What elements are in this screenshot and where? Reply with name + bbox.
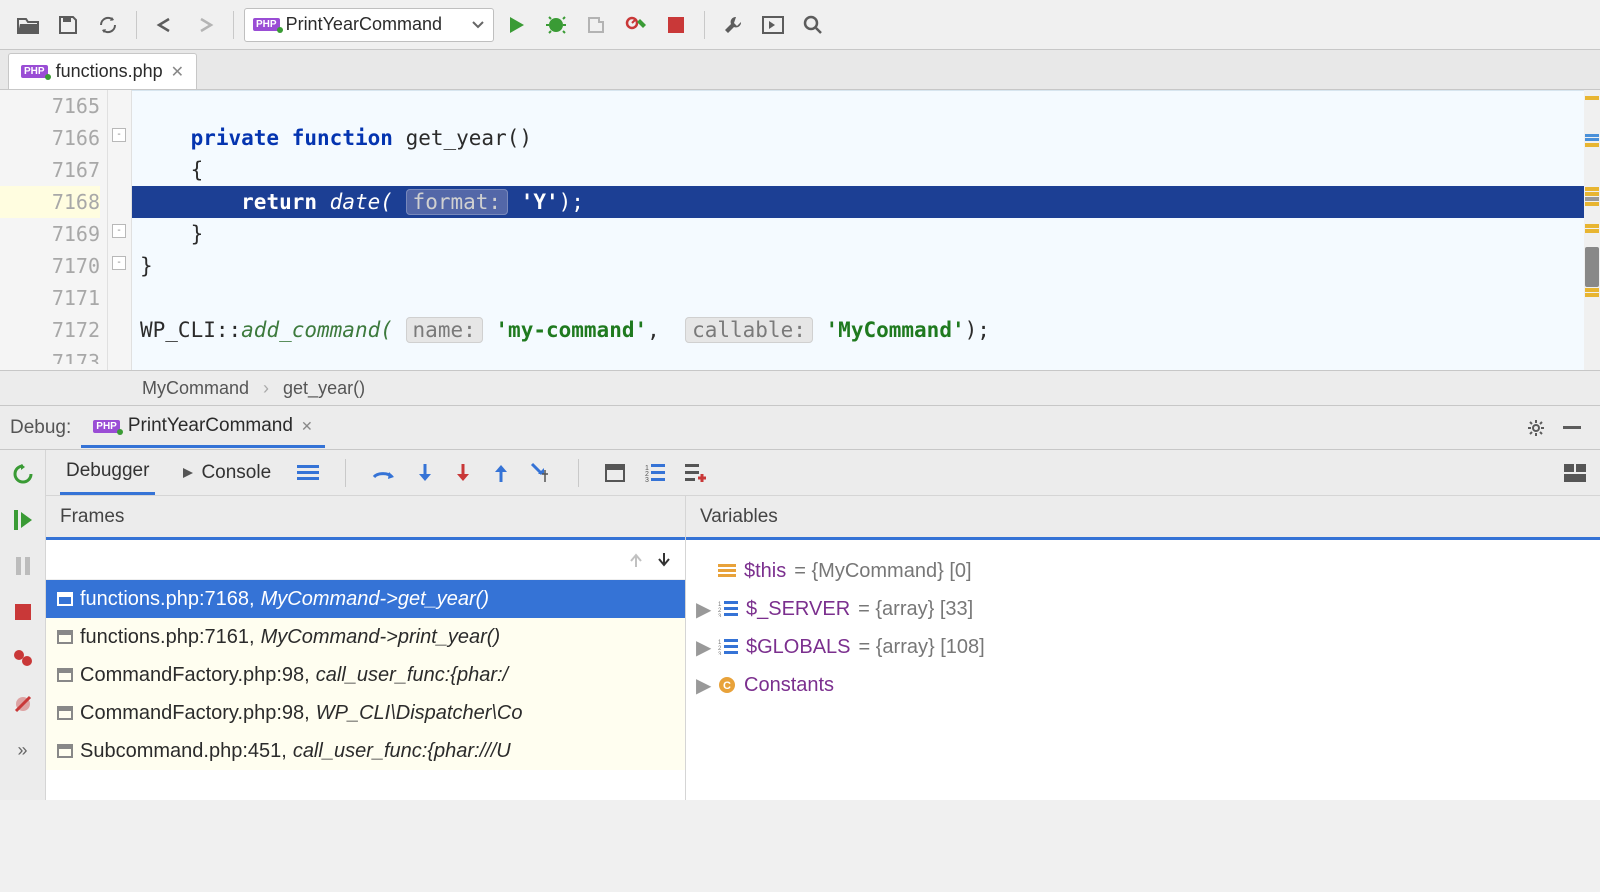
stop-icon[interactable] xyxy=(658,7,694,43)
variable-row[interactable]: ▶CConstants xyxy=(686,666,1600,704)
wrench-icon[interactable] xyxy=(715,7,751,43)
breadcrumb-item[interactable]: MyCommand xyxy=(142,378,249,399)
debug-side-toolbar: » xyxy=(0,450,46,800)
svg-text:3: 3 xyxy=(645,477,649,482)
frame-row[interactable]: functions.php:7161, MyCommand->print_yea… xyxy=(46,618,685,656)
step-into-icon[interactable] xyxy=(416,462,434,484)
debug-tool-header: Debug: PHP PrintYearCommand ✕ xyxy=(0,406,1600,450)
force-step-into-icon[interactable] xyxy=(454,462,472,484)
frame-row[interactable]: CommandFactory.php:98, WP_CLI\Dispatcher… xyxy=(46,694,685,732)
breakpoints-icon[interactable] xyxy=(9,644,37,672)
php-icon: PHP xyxy=(93,420,120,433)
step-out-icon[interactable] xyxy=(492,462,510,484)
svg-text:C: C xyxy=(723,680,731,692)
run-config-selector[interactable]: PHP PrintYearCommand xyxy=(244,8,494,42)
chevron-down-icon xyxy=(471,20,485,30)
gear-icon[interactable] xyxy=(1518,410,1554,446)
fold-icon[interactable]: - xyxy=(112,256,126,270)
watches-icon[interactable]: 123 xyxy=(645,464,665,482)
save-icon[interactable] xyxy=(50,7,86,43)
frame-row[interactable]: Subcommand.php:451, call_user_func:{phar… xyxy=(46,732,685,770)
execution-line: return date( format: 'Y'); xyxy=(132,186,1584,218)
sync-icon[interactable] xyxy=(90,7,126,43)
resume-icon[interactable] xyxy=(9,506,37,534)
open-icon[interactable] xyxy=(10,7,46,43)
threads-icon[interactable] xyxy=(297,465,319,481)
variable-row[interactable]: $this = {MyCommand} [0] xyxy=(686,552,1600,590)
marker-stripe xyxy=(1584,90,1600,370)
fold-icon[interactable]: - xyxy=(112,128,126,142)
tab-debugger[interactable]: Debugger xyxy=(60,450,155,495)
svg-text:3: 3 xyxy=(718,614,722,617)
prev-frame-icon[interactable] xyxy=(629,551,643,569)
variable-row[interactable]: ▶123$_SERVER = {array} [33] xyxy=(686,590,1600,628)
coverage-icon[interactable] xyxy=(578,7,614,43)
php-icon: PHP xyxy=(21,65,48,78)
debug-icon[interactable] xyxy=(538,7,574,43)
variables-panel: Variables $this = {MyCommand} [0]▶123$_S… xyxy=(686,496,1600,800)
forward-icon[interactable] xyxy=(187,7,223,43)
layout-icon[interactable] xyxy=(1564,464,1586,482)
search-icon[interactable] xyxy=(795,7,831,43)
minimize-icon[interactable] xyxy=(1554,410,1590,446)
php-icon: PHP xyxy=(253,18,280,31)
rerun-icon[interactable] xyxy=(9,460,37,488)
fold-column: - - - xyxy=(108,90,132,370)
run-anything-icon[interactable] xyxy=(755,7,791,43)
code-content[interactable]: private function get_year() { return dat… xyxy=(132,90,1584,370)
variable-row[interactable]: ▶123$GLOBALS = {array} [108] xyxy=(686,628,1600,666)
breadcrumb-item[interactable]: get_year() xyxy=(283,378,365,399)
mute-breakpoints-icon[interactable] xyxy=(9,690,37,718)
back-icon[interactable] xyxy=(147,7,183,43)
more-icon[interactable]: » xyxy=(9,736,37,764)
add-watch-icon[interactable] xyxy=(685,464,707,482)
frames-panel: Frames functions.php:7168, MyCommand->ge… xyxy=(46,496,686,800)
debug-panel: » Debugger Console 123 Frames xyxy=(0,450,1600,800)
run-icon[interactable] xyxy=(498,7,534,43)
frames-nav xyxy=(46,540,685,580)
main-toolbar: PHP PrintYearCommand xyxy=(0,0,1600,50)
code-editor[interactable]: 7165 7166 7167 7168 7169 7170 7171 7172 … xyxy=(0,90,1600,370)
close-icon[interactable]: ✕ xyxy=(301,418,313,435)
editor-tabs: PHP functions.php ✕ xyxy=(0,50,1600,90)
debugger-toolbar: Debugger Console 123 xyxy=(46,450,1600,496)
run-to-cursor-icon[interactable] xyxy=(530,462,552,484)
frame-row[interactable]: CommandFactory.php:98, call_user_func:{p… xyxy=(46,656,685,694)
pause-icon[interactable] xyxy=(9,552,37,580)
profile-icon[interactable] xyxy=(618,7,654,43)
evaluate-icon[interactable] xyxy=(605,464,625,482)
tab-filename: functions.php xyxy=(56,61,163,82)
tab-console[interactable]: Console xyxy=(175,452,277,494)
step-over-icon[interactable] xyxy=(372,463,396,483)
close-icon[interactable]: ✕ xyxy=(171,62,184,82)
next-frame-icon[interactable] xyxy=(657,551,671,569)
frame-row[interactable]: functions.php:7168, MyCommand->get_year(… xyxy=(46,580,685,618)
frames-header[interactable]: Frames xyxy=(46,496,685,540)
stop-icon[interactable] xyxy=(9,598,37,626)
svg-text:3: 3 xyxy=(718,652,722,655)
debug-session-tab[interactable]: PHP PrintYearCommand ✕ xyxy=(81,408,324,448)
fold-icon[interactable]: - xyxy=(112,224,126,238)
variables-header[interactable]: Variables xyxy=(686,496,1600,540)
debug-label: Debug: xyxy=(10,417,71,439)
breadcrumb: MyCommand › get_year() xyxy=(0,370,1600,406)
file-tab[interactable]: PHP functions.php ✕ xyxy=(8,53,197,89)
run-config-label: PrintYearCommand xyxy=(286,14,465,35)
line-gutter: 7165 7166 7167 7168 7169 7170 7171 7172 … xyxy=(0,90,108,370)
